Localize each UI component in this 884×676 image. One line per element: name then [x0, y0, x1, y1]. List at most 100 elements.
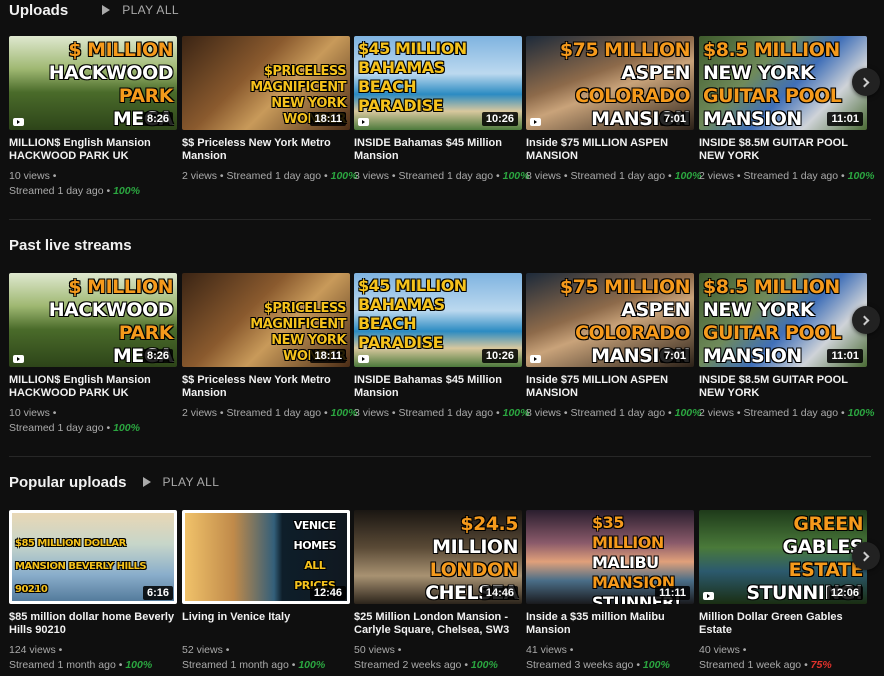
stream-time: Streamed 1 day ago — [9, 422, 104, 434]
stream-time: Streamed 1 day ago — [226, 170, 322, 182]
video-title[interactable]: $$ Priceless New York Metro Mansion — [182, 137, 350, 163]
stream-time: Streamed 1 month ago — [182, 659, 289, 671]
video-title[interactable]: Inside $75 MILLION ASPEN MANSION — [526, 137, 694, 163]
stream-time: Streamed 2 weeks ago — [354, 659, 462, 671]
video-title[interactable]: Inside $75 MILLION ASPEN MANSION — [526, 374, 694, 400]
video-thumbnail[interactable]: GREEN GABLES ESTATE STUNNING! 12:06 — [699, 510, 867, 604]
video-thumbnail[interactable]: $35 MILLION MALIBU MANSION STUNNER! 11:1… — [526, 510, 694, 604]
chevron-right-icon — [859, 315, 870, 325]
view-count: 10 views — [9, 170, 50, 182]
video-thumbnail[interactable]: $8.5 MILLION NEW YORK GUITAR POOL MANSIO… — [699, 273, 867, 367]
stream-time: Streamed 1 week ago — [699, 659, 802, 671]
duration-badge: 7:01 — [659, 349, 690, 363]
rating-percent: 100% — [125, 659, 153, 671]
thumbnail-caption: VENICE HOMES ALL PRICES — [293, 519, 337, 592]
video-title[interactable]: Inside a $35 million Malibu Mansion — [526, 611, 694, 637]
video-thumbnail[interactable]: $75 MILLION ASPEN COLORADO MANSION 7:01 — [526, 36, 694, 130]
rating-percent: 100% — [298, 659, 326, 671]
video-card[interactable]: $24.5 MILLION LONDON CHELSEA 14:46 $25 M… — [354, 510, 522, 673]
rating-percent: 100% — [470, 659, 498, 671]
duration-badge: 14:46 — [481, 586, 518, 600]
view-count: 40 views — [699, 644, 740, 656]
video-thumbnail[interactable]: $45 MILLION BAHAMAS BEACH PARADISE 10:26 — [354, 273, 522, 367]
stream-time: Streamed 1 day ago — [570, 407, 666, 419]
video-thumbnail[interactable]: $PRICELESS MAGNIFICENT NEW YORK WONDER 1… — [182, 36, 350, 130]
play-all-button[interactable]: PLAY ALL — [142, 475, 220, 489]
video-title[interactable]: $25 Million London Mansion - Carlyle Squ… — [354, 611, 522, 637]
video-meta: 124 views • Streamed 1 month ago • 100% — [9, 644, 153, 671]
video-thumbnail[interactable]: $45 MILLION BAHAMAS BEACH PARADISE 10:26 — [354, 36, 522, 130]
stream-time: Streamed 1 day ago — [9, 185, 104, 197]
view-count: 8 views — [526, 407, 562, 419]
stream-time: Streamed 1 day ago — [226, 407, 322, 419]
video-card[interactable]: $45 MILLION BAHAMAS BEACH PARADISE 10:26… — [354, 273, 529, 421]
duration-badge: 8:26 — [142, 349, 173, 363]
video-meta: 41 views • Streamed 3 weeks ago • 100% — [526, 644, 670, 671]
video-thumbnail[interactable]: $PRICELESS MAGNIFICENT NEW YORK WONDER 1… — [182, 273, 350, 367]
video-card[interactable]: $8.5 MILLION NEW YORK GUITAR POOL MANSIO… — [699, 36, 874, 184]
video-thumbnail[interactable]: $75 MILLION ASPEN COLORADO MANSION 7:01 — [526, 273, 694, 367]
video-card[interactable]: $ MILLION HACKWOOD PARK MEGA MANSION 8:2… — [9, 36, 177, 199]
rating-percent: 100% — [847, 170, 875, 182]
duration-badge: 11:01 — [827, 112, 863, 126]
video-title[interactable]: $85 million dollar home Beverly Hills 90… — [9, 611, 177, 637]
video-card[interactable]: $75 MILLION ASPEN COLORADO MANSION 7:01 … — [526, 36, 702, 184]
view-count: 10 views — [9, 407, 50, 419]
next-arrow-button[interactable] — [852, 306, 880, 334]
video-row: $ MILLION HACKWOOD PARK MEGA MANSION 8:2… — [9, 36, 874, 199]
video-thumbnail[interactable]: $ MILLION HACKWOOD PARK MEGA MANSION 8:2… — [9, 36, 177, 130]
play-all-button[interactable]: PLAY ALL — [102, 3, 179, 17]
video-title[interactable]: Living in Venice Italy — [182, 611, 350, 637]
video-title[interactable]: INSIDE Bahamas $45 Million Mansion — [354, 374, 522, 400]
stream-time: Streamed 1 day ago — [398, 170, 494, 182]
stream-time: Streamed 1 day ago — [570, 170, 666, 182]
video-title[interactable]: Million Dollar Green Gables Estate — [699, 611, 867, 637]
video-meta: 8 views • Streamed 1 day ago • 100% — [526, 170, 702, 182]
video-card[interactable]: $85 MILLION DOLLAR MANSION BEVERLY HILLS… — [9, 510, 177, 673]
video-card[interactable]: $PRICELESS MAGNIFICENT NEW YORK WONDER 1… — [182, 36, 357, 184]
video-card[interactable]: $75 MILLION ASPEN COLORADO MANSION 7:01 … — [526, 273, 701, 421]
rating-percent: 75% — [810, 659, 832, 671]
video-title[interactable]: $$ Priceless New York Metro Mansion — [182, 374, 350, 400]
video-thumbnail[interactable]: $85 MILLION DOLLAR MANSION BEVERLY HILLS… — [9, 510, 177, 604]
rating-percent: 100% — [847, 407, 875, 419]
stream-time: Streamed 1 day ago — [743, 170, 839, 182]
video-title[interactable]: INSIDE $8.5M GUITAR POOL NEW YORK — [699, 374, 867, 400]
video-card[interactable]: $8.5 MILLION NEW YORK GUITAR POOL MANSIO… — [699, 273, 874, 421]
video-thumbnail[interactable]: $ MILLION HACKWOOD PARK MEGA MANSION 8:2… — [9, 273, 177, 367]
view-count: 2 views — [699, 407, 735, 419]
video-thumbnail[interactable]: $24.5 MILLION LONDON CHELSEA 14:46 — [354, 510, 522, 604]
video-title[interactable]: MILLION$ English Mansion HACKWOOD PARK U… — [9, 137, 177, 163]
video-row: $ MILLION HACKWOOD PARK MEGA MANSION 8:2… — [9, 273, 874, 436]
video-card[interactable]: $35 MILLION MALIBU MANSION STUNNER! 11:1… — [526, 510, 694, 673]
video-card[interactable]: $ MILLION HACKWOOD PARK MEGA MANSION 8:2… — [9, 273, 177, 436]
video-meta: 52 views • Streamed 1 month ago • 100% — [182, 644, 326, 671]
video-card[interactable]: $45 MILLION BAHAMAS BEACH PARADISE 10:26… — [354, 36, 529, 184]
video-title[interactable]: INSIDE Bahamas $45 Million Mansion — [354, 137, 522, 163]
stream-time: Streamed 1 month ago — [9, 659, 116, 671]
video-thumbnail[interactable]: $8.5 MILLION NEW YORK GUITAR POOL MANSIO… — [699, 36, 867, 130]
rating-percent: 100% — [674, 407, 702, 419]
duration-badge: 18:11 — [310, 112, 346, 126]
section-title: Uploads — [9, 1, 69, 19]
video-title[interactable]: INSIDE $8.5M GUITAR POOL NEW YORK — [699, 137, 867, 163]
next-arrow-button[interactable] — [852, 542, 880, 570]
play-icon — [102, 5, 111, 15]
video-row: $85 MILLION DOLLAR MANSION BEVERLY HILLS… — [9, 510, 869, 673]
section-header: Past live streams — [9, 235, 132, 255]
video-card[interactable]: GREEN GABLES ESTATE STUNNING! 12:06 Mill… — [699, 510, 867, 673]
thumbnail-caption: $8.5 MILLION NEW YORK GUITAR POOL MANSIO… — [703, 276, 842, 367]
section-divider — [9, 219, 871, 220]
video-card[interactable]: VENICE HOMES ALL PRICES 12:46 Living in … — [182, 510, 350, 673]
duration-badge: 12:06 — [826, 586, 863, 600]
video-title[interactable]: MILLION$ English Mansion HACKWOOD PARK U… — [9, 374, 177, 400]
rating-percent: 100% — [674, 170, 702, 182]
video-card[interactable]: $PRICELESS MAGNIFICENT NEW YORK WONDER 1… — [182, 273, 357, 421]
next-arrow-button[interactable] — [852, 68, 880, 96]
view-count: 2 views — [182, 170, 218, 182]
play-all-label: PLAY ALL — [162, 475, 220, 489]
duration-badge: 11:11 — [655, 586, 690, 600]
view-count: 124 views — [9, 644, 56, 656]
youtube-logo-icon — [530, 355, 541, 363]
video-thumbnail[interactable]: VENICE HOMES ALL PRICES 12:46 — [182, 510, 350, 604]
